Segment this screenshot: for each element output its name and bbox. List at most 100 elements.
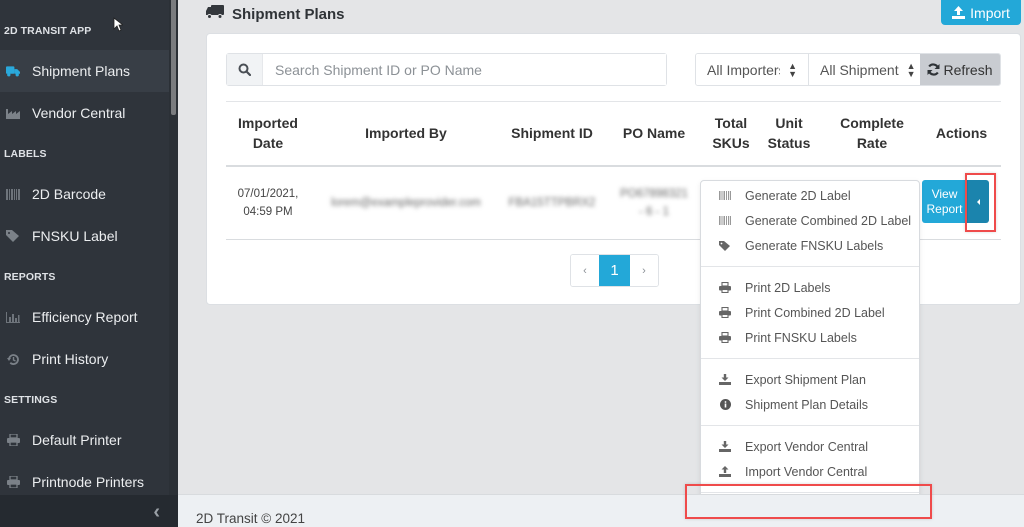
menu-item-shipment-plan-details[interactable]: Shipment Plan Details	[701, 392, 919, 417]
download-icon	[718, 374, 732, 385]
shipment-filter-value: All Shipment	[820, 61, 899, 78]
filter-group: All Importers ▲ ▼ All Shipment ▲ ▼ Refresh	[695, 53, 1001, 86]
printer-icon	[718, 332, 732, 343]
section-title-labels: LABELS	[4, 148, 47, 160]
column-header-complete-rate[interactable]: Complete Rate	[822, 101, 922, 167]
footer-copyright: 2D Transit © 2021	[196, 511, 306, 526]
barcode-icon	[718, 191, 732, 200]
column-header-imported-by[interactable]: Imported By	[310, 101, 502, 167]
barcode-icon	[6, 187, 20, 201]
column-header-imported-date[interactable]: Imported Date	[226, 101, 310, 167]
download-icon	[718, 441, 732, 452]
search-group	[226, 53, 667, 86]
sort-updown-icon: ▲ ▼	[788, 60, 797, 79]
view-report-button[interactable]: View Report	[922, 180, 967, 223]
cell-imported-by: lorem@exampleprovider.com	[310, 165, 502, 240]
shipment-filter-select[interactable]: All Shipment ▲ ▼	[808, 54, 920, 85]
sidebar-item-label: Printnode Printers	[32, 474, 145, 490]
sidebar-item-label: Default Printer	[32, 432, 122, 448]
sidebar-item-print-history[interactable]: Print History	[0, 338, 169, 380]
pagination: ‹ 1 ›	[570, 254, 659, 287]
menu-item-print-fnsku-labels[interactable]: Print FNSKU Labels	[701, 325, 919, 350]
pagination-page-1[interactable]: 1	[599, 255, 630, 286]
factory-icon	[6, 106, 20, 120]
menu-item-import-vendor-central[interactable]: Import Vendor Central	[701, 459, 919, 484]
sidebar-item-shipment-plans[interactable]: Shipment Plans	[0, 50, 169, 92]
refresh-label: Refresh	[943, 61, 993, 78]
truck-icon	[206, 5, 224, 23]
mouse-cursor-icon	[113, 17, 123, 32]
column-header-po-name[interactable]: PO Name	[602, 101, 706, 167]
section-title-reports: REPORTS	[4, 271, 56, 283]
sidebar: 2D TRANSIT APP Shipment Plans Vendor Cen…	[0, 0, 178, 527]
menu-item-generate-fnsku-labels[interactable]: Generate FNSKU Labels	[701, 233, 919, 258]
importer-filter-value: All Importers	[707, 61, 781, 78]
sidebar-item-efficiency-report[interactable]: Efficiency Report	[0, 296, 169, 338]
search-addon	[227, 54, 263, 85]
search-input[interactable]	[263, 54, 666, 85]
sidebar-item-vendor-central[interactable]: Vendor Central	[0, 92, 169, 134]
page-title-text: Shipment Plans	[232, 5, 345, 23]
column-header-actions: Actions	[922, 101, 1001, 167]
upload-icon	[718, 466, 732, 477]
pagination-next[interactable]: ›	[630, 255, 658, 286]
truck-icon	[6, 64, 20, 78]
sidebar-item-label: Efficiency Report	[32, 309, 138, 325]
redacted-shipment-id: FBA15TTPBRX2	[508, 196, 596, 209]
printer-icon	[718, 307, 732, 318]
table-header-row: Imported Date Imported By Shipment ID PO …	[226, 101, 1001, 167]
sidebar-item-label: Vendor Central	[32, 105, 126, 121]
tags-icon	[718, 240, 732, 251]
menu-item-print-combined-2d-label[interactable]: Print Combined 2D Label	[701, 300, 919, 325]
sidebar-item-label: Shipment Plans	[32, 63, 131, 79]
menu-divider	[701, 425, 919, 426]
caret-left-icon	[977, 198, 980, 205]
pagination-prev[interactable]: ‹	[571, 255, 599, 286]
section-title-app: 2D TRANSIT APP	[4, 25, 92, 37]
info-icon	[718, 399, 732, 410]
refresh-icon	[927, 63, 940, 76]
actions-dropdown-menu: Generate 2D Label Generate Combined 2D L…	[700, 180, 920, 527]
refresh-button[interactable]: Refresh	[920, 54, 1000, 85]
collapse-sidebar-chevron-icon[interactable]: ‹	[153, 501, 160, 524]
section-title-settings: SETTINGS	[4, 394, 58, 406]
bar-chart-icon	[6, 310, 20, 324]
sidebar-item-label: FNSKU Label	[32, 228, 118, 244]
column-header-shipment-id[interactable]: Shipment ID	[502, 101, 602, 167]
sidebar-item-2d-barcode[interactable]: 2D Barcode	[0, 173, 169, 215]
menu-item-print-2d-labels[interactable]: Print 2D Labels	[701, 275, 919, 300]
search-icon	[238, 63, 251, 76]
menu-item-generate-combined-2d-label[interactable]: Generate Combined 2D Label	[701, 208, 919, 233]
sidebar-item-label: 2D Barcode	[32, 186, 106, 202]
sidebar-item-fnsku-label[interactable]: FNSKU Label	[0, 215, 169, 257]
page-footer: 2D Transit © 2021	[178, 494, 1024, 527]
cell-imported-date: 07/01/2021, 04:59 PM	[226, 165, 310, 240]
redacted-po-name: PO67898321- 6 - 1	[620, 187, 688, 218]
menu-item-generate-2d-label[interactable]: Generate 2D Label	[701, 183, 919, 208]
menu-divider	[701, 358, 919, 359]
import-button-label: Import	[970, 4, 1010, 21]
sidebar-footer: ‹	[0, 495, 178, 527]
sort-updown-icon: ▲ ▼	[906, 60, 916, 79]
cell-po-name: PO67898321- 6 - 1	[602, 165, 706, 240]
import-button[interactable]: Import	[941, 0, 1021, 25]
column-header-total-skus[interactable]: Total SKUs	[706, 101, 756, 167]
column-header-unit-status[interactable]: Unit Status	[756, 101, 822, 167]
upload-icon	[952, 6, 966, 19]
sidebar-item-default-printer[interactable]: Default Printer	[0, 419, 169, 461]
history-icon	[6, 352, 20, 366]
actions-dropdown-toggle[interactable]	[967, 180, 989, 223]
menu-item-export-vendor-central[interactable]: Export Vendor Central	[701, 434, 919, 459]
sidebar-scrollbar[interactable]	[171, 0, 176, 115]
redacted-email: lorem@exampleprovider.com	[331, 196, 481, 209]
page-title: Shipment Plans	[206, 5, 345, 23]
importer-filter-select[interactable]: All Importers ▲ ▼	[696, 54, 808, 85]
printer-icon	[6, 475, 20, 489]
menu-item-export-shipment-plan[interactable]: Export Shipment Plan	[701, 367, 919, 392]
sidebar-item-label: Print History	[32, 351, 109, 367]
cell-shipment-id: FBA15TTPBRX2	[502, 165, 602, 240]
barcode-icon	[718, 216, 732, 225]
printer-icon	[718, 282, 732, 293]
printer-icon	[6, 433, 20, 447]
menu-divider	[701, 266, 919, 267]
